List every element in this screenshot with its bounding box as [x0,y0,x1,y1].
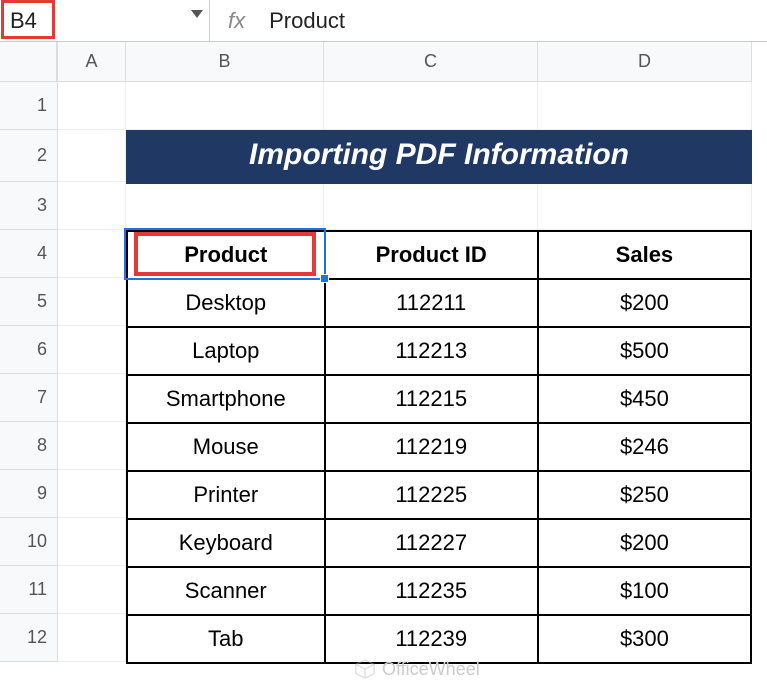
row-header-7[interactable]: 7 [0,374,57,422]
row-headers: 1 2 3 4 5 6 7 8 9 10 11 12 [0,42,58,662]
table-header-row: Product Product ID Sales [127,231,751,279]
spreadsheet-grid: 1 2 3 4 5 6 7 8 9 10 11 12 A B C D [0,42,767,662]
cell-product[interactable]: Tab [127,615,325,663]
cell-sales[interactable]: $500 [538,327,751,375]
cell-sales[interactable]: $450 [538,375,751,423]
namebox-red-highlight [1,0,55,39]
header-sales[interactable]: Sales [538,231,751,279]
row-header-5[interactable]: 5 [0,278,57,326]
cell-sales[interactable]: $246 [538,423,751,471]
formula-input[interactable]: Product [269,8,345,34]
row-header-8[interactable]: 8 [0,422,57,470]
cell-id[interactable]: 112235 [325,567,538,615]
title-underline [126,181,752,184]
cell-sales[interactable]: $250 [538,471,751,519]
cell-product[interactable]: Scanner [127,567,325,615]
formula-bar: B4 fx Product [0,0,767,42]
cell-product[interactable]: Printer [127,471,325,519]
cell-id[interactable]: 112213 [325,327,538,375]
col-header-b[interactable]: B [126,42,324,82]
header-product[interactable]: Product [127,231,325,279]
column-headers: A B C D [58,42,767,82]
row-header-10[interactable]: 10 [0,518,57,566]
cell-sales[interactable]: $100 [538,567,751,615]
cell-id[interactable]: 112239 [325,615,538,663]
row-header-6[interactable]: 6 [0,326,57,374]
data-table: Product Product ID Sales Desktop112211$2… [126,230,752,664]
name-box-dropdown-icon[interactable] [191,10,203,18]
table-row: Laptop112213$500 [127,327,751,375]
cell-product[interactable]: Keyboard [127,519,325,567]
cell-id[interactable]: 112225 [325,471,538,519]
row-header-4[interactable]: 4 [0,230,57,278]
table-row: Smartphone112215$450 [127,375,751,423]
cell-id[interactable]: 112227 [325,519,538,567]
table-row: Scanner112235$100 [127,567,751,615]
cell-product[interactable]: Laptop [127,327,325,375]
row-header-11[interactable]: 11 [0,566,57,614]
cell-product[interactable]: Mouse [127,423,325,471]
fx-icon: fx [228,8,245,34]
col-header-d[interactable]: D [538,42,752,82]
cell-id[interactable]: 112211 [325,279,538,327]
name-box-container[interactable]: B4 [0,0,210,42]
cell-id[interactable]: 112219 [325,423,538,471]
header-product-id[interactable]: Product ID [325,231,538,279]
row-header-2[interactable]: 2 [0,130,57,182]
cell-product[interactable]: Desktop [127,279,325,327]
cell-id[interactable]: 112215 [325,375,538,423]
cell-sales[interactable]: $200 [538,279,751,327]
cell-sales[interactable]: $300 [538,615,751,663]
cells-area[interactable]: A B C D Importing PDF Information [58,42,767,662]
row-header-12[interactable]: 12 [0,614,57,662]
table-row: Printer112225$250 [127,471,751,519]
row-header-3[interactable]: 3 [0,182,57,230]
select-all-corner[interactable] [0,42,57,82]
table-row: Mouse112219$246 [127,423,751,471]
cells[interactable]: Importing PDF Information Product Produc… [58,82,767,662]
table-row: Keyboard112227$200 [127,519,751,567]
formula-area[interactable]: fx Product [210,8,345,34]
table-row: Tab112239$300 [127,615,751,663]
col-header-a[interactable]: A [58,42,126,82]
cell-product[interactable]: Smartphone [127,375,325,423]
row-header-9[interactable]: 9 [0,470,57,518]
table-row: Desktop112211$200 [127,279,751,327]
cell-sales[interactable]: $200 [538,519,751,567]
col-header-c[interactable]: C [324,42,538,82]
row-header-1[interactable]: 1 [0,82,57,130]
sheet-title[interactable]: Importing PDF Information [126,130,752,182]
